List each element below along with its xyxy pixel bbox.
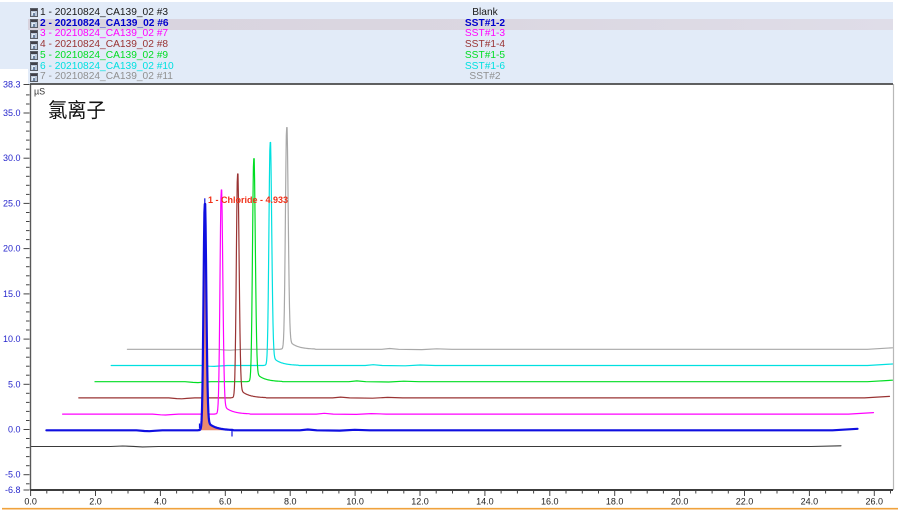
svg-text:38.3: 38.3 bbox=[3, 80, 21, 90]
svg-text:1 - Chloride - 4.933: 1 - Chloride - 4.933 bbox=[208, 195, 288, 205]
svg-text:20.0: 20.0 bbox=[671, 497, 689, 507]
svg-text:15.0: 15.0 bbox=[3, 289, 21, 299]
svg-text:-5.0: -5.0 bbox=[5, 470, 21, 480]
svg-text:0.0: 0.0 bbox=[8, 425, 21, 435]
svg-text:6.0: 6.0 bbox=[219, 497, 232, 507]
svg-text:4.0: 4.0 bbox=[154, 497, 167, 507]
svg-text:14.0: 14.0 bbox=[476, 497, 494, 507]
svg-text:16.0: 16.0 bbox=[541, 497, 559, 507]
svg-text:8.0: 8.0 bbox=[284, 497, 297, 507]
svg-text:20.0: 20.0 bbox=[3, 244, 21, 254]
svg-text:0.0: 0.0 bbox=[24, 497, 37, 507]
svg-text:30.0: 30.0 bbox=[3, 153, 21, 163]
svg-text:5.0: 5.0 bbox=[8, 379, 21, 389]
svg-text:24.0: 24.0 bbox=[801, 497, 819, 507]
svg-text:35.0: 35.0 bbox=[3, 108, 21, 118]
svg-text:22.0: 22.0 bbox=[736, 497, 754, 507]
svg-text:25.0: 25.0 bbox=[3, 198, 21, 208]
svg-text:12.0: 12.0 bbox=[411, 497, 429, 507]
svg-text:2.0: 2.0 bbox=[89, 497, 102, 507]
svg-text:µS: µS bbox=[34, 87, 45, 97]
svg-text:18.0: 18.0 bbox=[606, 497, 624, 507]
svg-text:-6.8: -6.8 bbox=[5, 485, 21, 495]
svg-text:10.0: 10.0 bbox=[346, 497, 364, 507]
svg-text:10.0: 10.0 bbox=[3, 334, 21, 344]
svg-text:26.0: 26.0 bbox=[866, 497, 884, 507]
